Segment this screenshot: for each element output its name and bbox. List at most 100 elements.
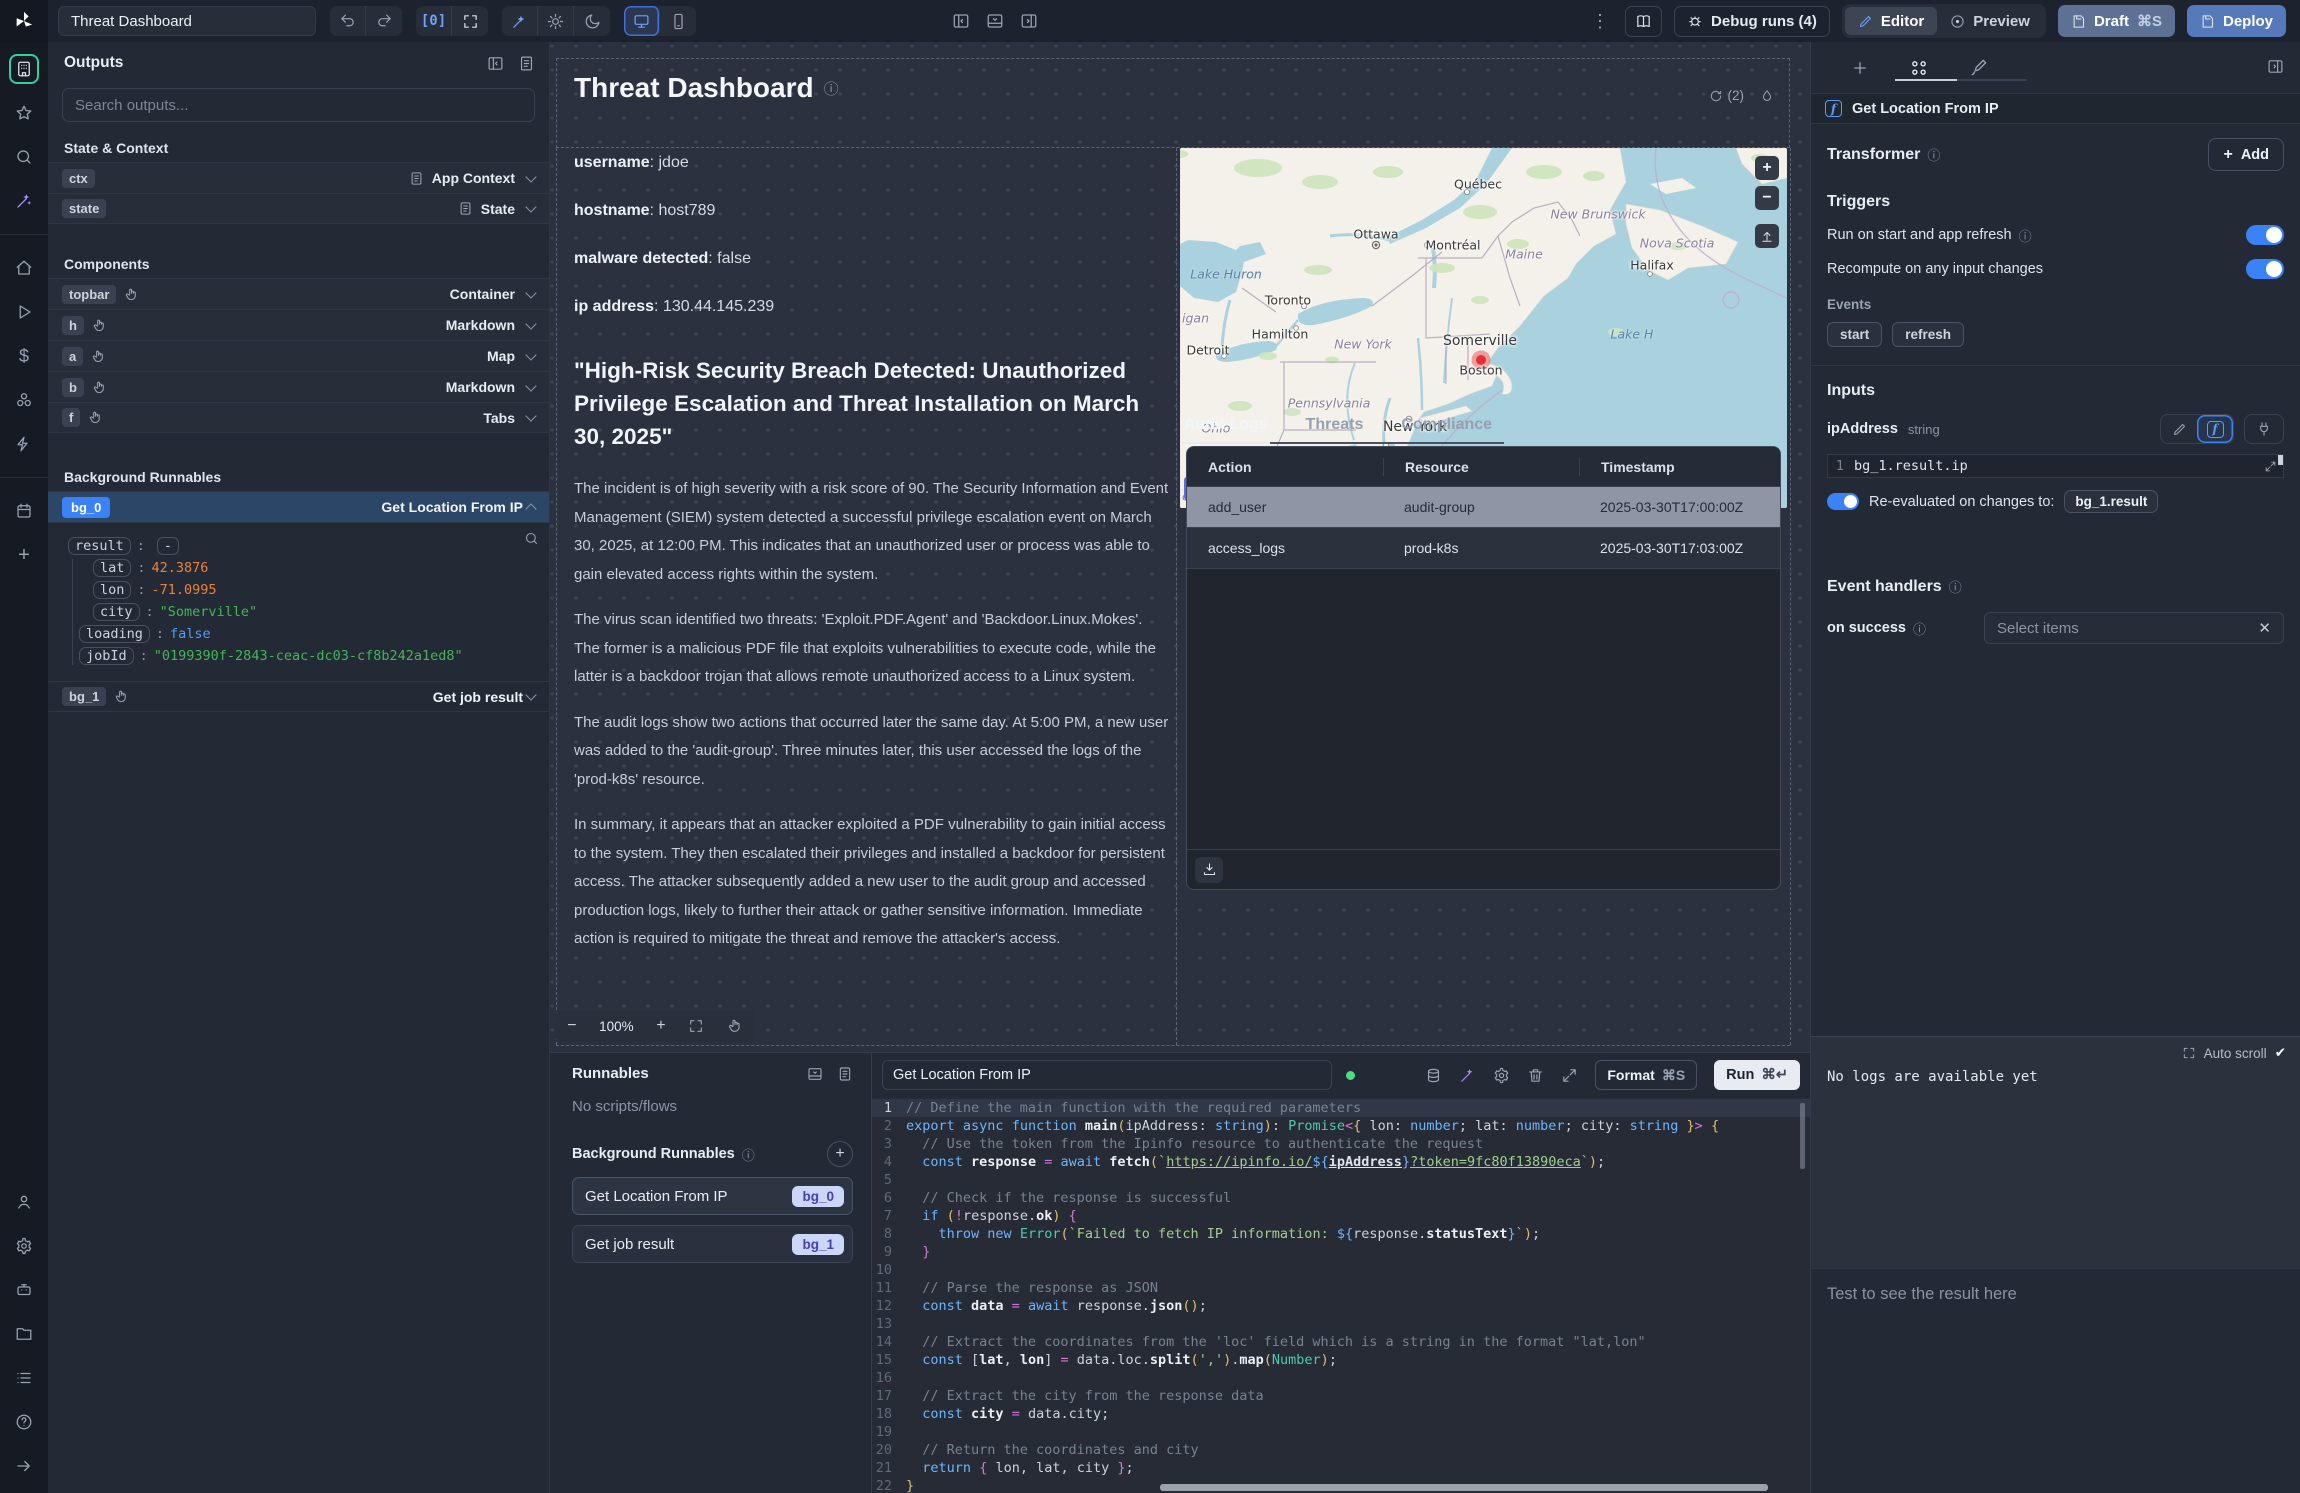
connect-input-button[interactable] [2244, 414, 2284, 444]
map-extent-button[interactable] [1755, 224, 1779, 248]
autoscroll-label[interactable]: Auto scroll [2204, 1046, 2267, 1061]
code-line[interactable]: 7 if (!response.ok) { [872, 1207, 1810, 1225]
code-line[interactable]: 5 [872, 1171, 1810, 1189]
undo-button[interactable] [330, 6, 366, 36]
search-outputs-input[interactable]: Search outputs... [62, 88, 535, 122]
column-header[interactable]: Resource [1383, 458, 1579, 476]
windmill-logo[interactable] [0, 0, 48, 42]
rail-audit-icon[interactable] [9, 1363, 39, 1393]
output-row[interactable]: aMap [48, 340, 549, 371]
tab-audit-logs[interactable]: Audit Logs [1182, 410, 1270, 444]
output-row[interactable]: stateState [48, 193, 549, 224]
rail-users-icon[interactable] [9, 1187, 39, 1217]
fit-view-button[interactable] [688, 1018, 704, 1034]
recompute-toggle[interactable] [2246, 259, 2284, 279]
markdown-component-b[interactable]: "High-Risk Security Breach Detected: Una… [574, 354, 1172, 971]
output-row[interactable]: hMarkdown [48, 309, 549, 340]
json-search-icon[interactable] [524, 531, 539, 546]
code-line[interactable]: 19 [872, 1423, 1810, 1441]
dashboard-title[interactable]: Threat Dashboardⓘ [574, 72, 839, 104]
output-row[interactable]: fTabs [48, 402, 549, 433]
pan-hand-button[interactable] [727, 1018, 743, 1034]
desktop-view-button[interactable] [624, 6, 660, 36]
refresh-indicator[interactable]: (2) [1709, 88, 1745, 103]
app-canvas[interactable]: Threat Dashboardⓘ (2) username: jdoehost… [550, 42, 1810, 1052]
event-badge-start[interactable]: start [1827, 322, 1882, 347]
runnable-item[interactable]: Get job resultbg_1 [572, 1225, 853, 1263]
chevron-down-icon[interactable] [525, 287, 536, 298]
rail-help-icon[interactable] [9, 1407, 39, 1437]
output-row[interactable]: bMarkdown [48, 371, 549, 402]
table-row[interactable]: add_useraudit-group2025-03-30T17:00:00Z [1187, 487, 1780, 528]
map-zoom-in-button[interactable]: + [1755, 156, 1779, 180]
chevron-down-icon[interactable] [525, 171, 536, 182]
rail-runs-icon[interactable] [9, 297, 39, 327]
json-key[interactable]: lat [93, 559, 131, 577]
tab-preview[interactable]: Preview [1937, 7, 2043, 35]
expand-right-panel-icon[interactable] [2267, 58, 2284, 75]
ai-wand-icon[interactable] [502, 6, 538, 36]
bg0-row[interactable]: bg_0 Get Location From IP [48, 491, 549, 522]
chevron-down-icon[interactable] [525, 410, 536, 421]
markdown-component-h[interactable]: username: jdoehostname: host789malware d… [574, 154, 1164, 346]
zoom-out-button[interactable]: − [567, 1017, 576, 1035]
collapse-bottom-icon[interactable] [807, 1066, 823, 1082]
code-line[interactable]: 16 [872, 1369, 1810, 1387]
code-line[interactable]: 3 // Use the token from the Ipinfo resou… [872, 1135, 1810, 1153]
chevron-down-icon[interactable] [525, 689, 536, 700]
rail-apps-icon[interactable] [9, 54, 39, 84]
column-header[interactable]: Timestamp [1579, 458, 1780, 476]
eval-mode-button[interactable]: f [2197, 415, 2233, 443]
connections-icon[interactable] [1760, 89, 1774, 103]
toggle-left-panel-icon[interactable] [952, 12, 970, 30]
hide-bars-button[interactable]: [0] [416, 6, 452, 36]
column-header[interactable]: Action [1187, 458, 1383, 476]
doc-icon[interactable] [837, 1066, 853, 1082]
expand-editor-icon[interactable] [1561, 1067, 1578, 1084]
rail-search-icon[interactable] [9, 142, 39, 172]
docs-button[interactable] [1625, 6, 1662, 37]
add-transformer-button[interactable]: +Add [2208, 138, 2284, 171]
rail-resources-icon[interactable] [9, 385, 39, 415]
tab-compliance[interactable]: Compliance [1399, 410, 1494, 444]
download-csv-button[interactable] [1195, 857, 1223, 883]
expand-logs-icon[interactable] [2182, 1046, 2196, 1060]
format-button[interactable]: Format⌘S [1595, 1060, 1697, 1090]
code-editor[interactable]: 1// Define the main function with the re… [872, 1097, 1810, 1493]
tab-threats[interactable]: Threats [1304, 410, 1366, 444]
chevron-down-icon[interactable] [525, 201, 536, 212]
collapse-panel-icon[interactable] [487, 55, 504, 72]
script-name-input[interactable]: Get Location From IP [882, 1060, 1332, 1090]
code-line[interactable]: 12 const data = await response.json(); [872, 1297, 1810, 1315]
editor-hscrollbar[interactable] [1160, 1484, 1768, 1491]
fullscreen-button[interactable] [452, 6, 488, 36]
event-badge-refresh[interactable]: refresh [1892, 322, 1964, 347]
map-zoom-out-button[interactable]: − [1755, 186, 1779, 210]
more-menu-icon[interactable]: ⋮ [1587, 12, 1613, 30]
reeval-target-pill[interactable]: bg_1.result [2064, 490, 2158, 513]
code-line[interactable]: 6 // Check if the response is successful [872, 1189, 1810, 1207]
editor-vscrollbar[interactable] [1800, 1103, 1805, 1169]
delete-script-icon[interactable] [1527, 1067, 1544, 1084]
insert-tab-icon[interactable] [1851, 59, 1869, 77]
rail-add-icon[interactable]: + [9, 540, 39, 570]
rail-settings-icon[interactable] [9, 1231, 39, 1261]
rail-workers-icon[interactable] [9, 1275, 39, 1305]
rail-home-icon[interactable] [9, 253, 39, 283]
draft-button[interactable]: Draft⌘S [2058, 5, 2175, 37]
output-row[interactable]: topbarContainer [48, 278, 549, 309]
json-key[interactable]: lon [93, 581, 131, 599]
json-key[interactable]: result [68, 537, 131, 555]
ai-assist-icon[interactable] [1459, 1067, 1476, 1084]
static-mode-button[interactable] [2161, 415, 2197, 443]
deploy-button[interactable]: Deploy [2187, 5, 2286, 37]
code-line[interactable]: 13 [872, 1315, 1810, 1333]
code-line[interactable]: 4 const response = await fetch(`https://… [872, 1153, 1810, 1171]
chevron-down-icon[interactable] [525, 349, 536, 360]
toggle-right-panel-icon[interactable] [1020, 12, 1038, 30]
light-mode-button[interactable] [538, 6, 574, 36]
cache-icon[interactable] [1425, 1067, 1442, 1084]
dark-mode-button[interactable] [574, 6, 610, 36]
styling-tab-icon[interactable] [1969, 58, 1988, 77]
code-line[interactable]: 11 // Parse the response as JSON [872, 1279, 1810, 1297]
